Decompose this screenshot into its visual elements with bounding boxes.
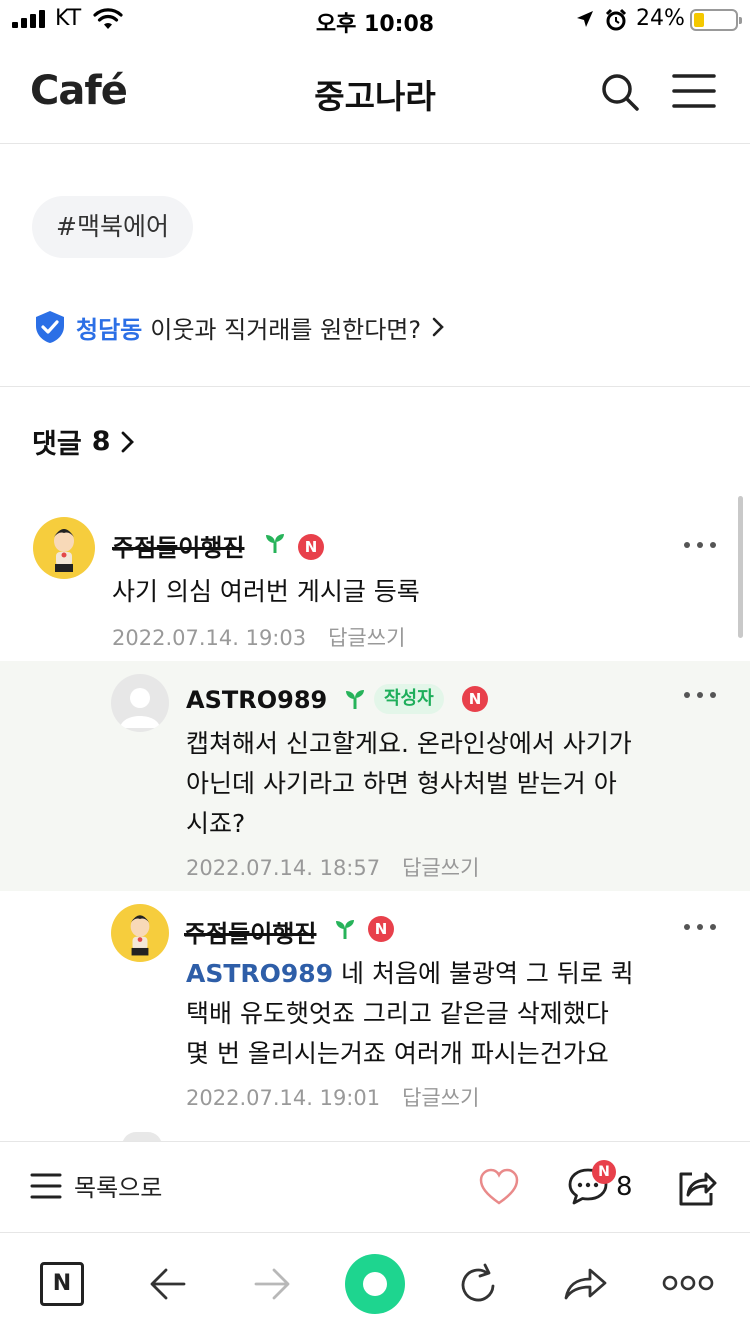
comment-text-line: 아닌데 사기라고 하면 형사처벌 받는거 아 [186, 769, 617, 798]
more-options-icon[interactable] [684, 540, 718, 550]
comment-date: 2022.07.14. 18:57 [186, 856, 381, 880]
more-options-icon[interactable] [684, 922, 718, 932]
naver-home-button[interactable]: N [40, 1262, 84, 1306]
mention-link[interactable]: ASTRO989 [186, 959, 333, 988]
location-arrow-icon [577, 11, 593, 27]
chevron-right-icon [432, 317, 444, 337]
scrollbar[interactable] [738, 496, 743, 638]
default-avatar-icon [120, 688, 160, 728]
neighbor-trade-link[interactable]: 청담동 이웃과 직거래를 원한다면? [34, 309, 445, 345]
neighbor-text: 이웃과 직거래를 원한다면? [150, 315, 422, 344]
comment-count: 8 [616, 1172, 633, 1202]
author-tag: 작성자 [374, 684, 444, 714]
comment-text-line: 몇 번 올리시는거죠 여러개 파시는건가요 [186, 1039, 609, 1068]
comment-text: ASTRO989 네 처음에 불광역 그 뒤로 퀵 택배 유도햇엇죠 그리고 같… [186, 954, 634, 1074]
comments-button[interactable]: N [566, 1160, 616, 1212]
more-options-icon[interactable] [684, 690, 718, 700]
comments-label: 댓글 [32, 429, 82, 460]
forward-arrow-icon[interactable] [252, 1264, 292, 1304]
heart-icon[interactable] [478, 1168, 520, 1206]
new-comments-badge: N [592, 1160, 616, 1184]
verified-shield-icon [36, 311, 64, 343]
comment-text-line: ASTRO989 네 처음에 불광역 그 뒤로 퀵 [186, 954, 634, 994]
avatar[interactable] [33, 517, 95, 579]
comment-meta: 2022.07.14. 19:01 답글쓰기 [186, 1082, 479, 1112]
comment-text: 캡쳐해서 신고할게요. 온라인상에서 사기가 아닌데 사기라고 하면 형사처벌 … [186, 724, 632, 844]
naver-green-dot-button[interactable] [345, 1254, 405, 1314]
logo-text: Café [30, 68, 128, 114]
chevron-right-icon [122, 431, 135, 452]
comments-count: 8 [91, 426, 111, 457]
cafe-logo[interactable]: Café [30, 68, 128, 114]
avatar[interactable] [111, 674, 169, 732]
new-badge: N [298, 534, 324, 560]
comment-date: 2022.07.14. 19:01 [186, 1086, 381, 1110]
battery-icon [690, 9, 742, 31]
neighbor-place: 청담동 [76, 315, 143, 344]
back-to-list-label: 목록으로 [74, 1174, 163, 1202]
status-bar: KT 오후 10:08 24% [0, 0, 750, 42]
comment-meta: 2022.07.14. 19:03 답글쓰기 [112, 622, 405, 652]
share-arrow-icon[interactable] [562, 1264, 608, 1304]
comments-header[interactable]: 댓글 8 [32, 422, 136, 461]
refresh-icon[interactable] [458, 1262, 500, 1306]
share-icon[interactable] [676, 1168, 718, 1208]
battery-percent: 24% [636, 6, 685, 31]
section-divider [0, 386, 750, 387]
character-avatar-icon [130, 915, 150, 956]
new-badge: N [462, 686, 488, 712]
article-action-bar: 목록으로 N 8 [0, 1141, 750, 1233]
comment-nickname[interactable]: 주점둘이행진 [184, 914, 316, 949]
comment-text: 사기 의심 여러번 게시글 등록 [112, 577, 420, 606]
alarm-icon [605, 8, 627, 31]
browser-toolbar: N [0, 1234, 750, 1334]
comment-text-line: 캡쳐해서 신고할게요. 온라인상에서 사기가 [186, 729, 632, 758]
sprout-level-icon [266, 534, 284, 553]
reply-link[interactable]: 답글쓰기 [402, 856, 479, 880]
reply-link[interactable]: 답글쓰기 [402, 1086, 479, 1110]
search-icon[interactable] [600, 72, 640, 112]
sprout-level-icon [346, 690, 364, 709]
app-header: Café 중고나라 [0, 42, 750, 144]
comment-nickname[interactable]: ASTRO989 [186, 686, 327, 714]
avatar[interactable] [111, 904, 169, 962]
comment-meta: 2022.07.14. 18:57 답글쓰기 [186, 852, 479, 882]
comment-text-segment: 네 처음에 불광역 그 뒤로 퀵 [333, 959, 634, 988]
back-to-list-button[interactable]: 목록으로 [30, 1168, 162, 1203]
character-avatar-icon [54, 529, 74, 572]
hamburger-menu-icon[interactable] [672, 73, 716, 109]
reply-link[interactable]: 답글쓰기 [328, 626, 405, 650]
comment-date: 2022.07.14. 19:03 [112, 626, 307, 650]
new-badge: N [368, 916, 394, 942]
comment-text-line: 택배 유도햇엇죠 그리고 같은글 삭제했다 [186, 999, 609, 1028]
tag-chip[interactable]: #맥북에어 [32, 196, 193, 258]
more-menu-icon[interactable] [662, 1274, 714, 1292]
comment-text-line: 시죠? [186, 809, 246, 838]
list-icon [30, 1173, 62, 1198]
back-arrow-icon[interactable] [148, 1264, 188, 1304]
comment-nickname[interactable]: 주점둘이행진 [112, 528, 244, 563]
sprout-level-icon [336, 920, 354, 939]
